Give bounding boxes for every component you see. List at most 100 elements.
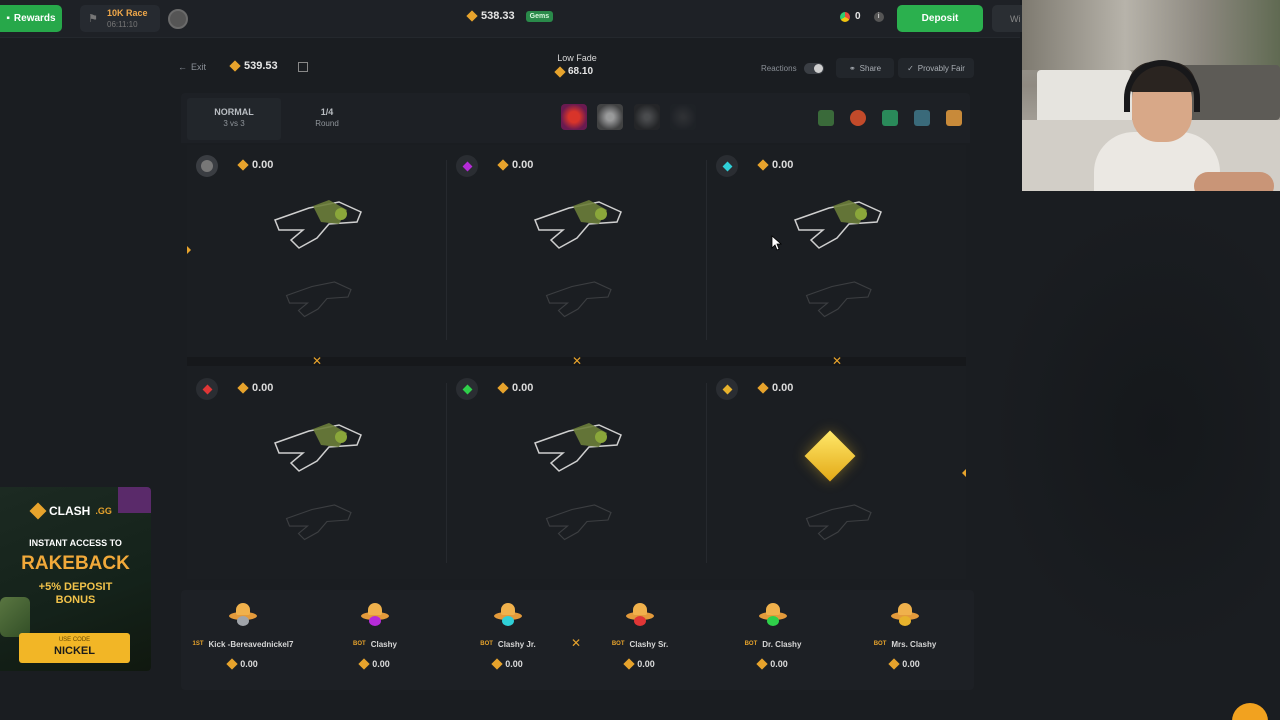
balance-value: 538.33: [481, 10, 515, 22]
promo-bonus: +5% DEPOSIT BONUS: [0, 581, 151, 607]
mouse-cursor-icon: [771, 235, 783, 251]
player-amount: 0.00: [637, 659, 655, 669]
reactions-toggle[interactable]: Reactions: [761, 63, 824, 74]
slot-amount: 0.00: [757, 159, 793, 171]
rifle-skin-icon: [285, 281, 352, 318]
rifle-skin-icon: [274, 423, 362, 472]
player-card[interactable]: 1ST Kick -Bereavednickel7 0.00: [178, 602, 308, 678]
player-tag: BOT: [353, 641, 366, 647]
clash-logo: CLASH .GG: [29, 502, 112, 520]
gem-icon: [756, 658, 768, 670]
player-slot: 0.00: [707, 145, 966, 356]
fullscreen-icon[interactable]: [298, 62, 308, 72]
gem-icon: [757, 382, 769, 394]
clover-icon: [882, 110, 898, 126]
divider: [446, 383, 447, 563]
slot-avatar: [716, 378, 738, 400]
player-name: Kick -Bereavednickel7: [208, 640, 294, 649]
player-name: Clashy: [370, 640, 397, 649]
brand-tld: .GG: [95, 506, 112, 516]
promo-banner[interactable]: CLASH .GG INSTANT ACCESS TO RAKEBACK +5% …: [0, 487, 151, 671]
coin-counter[interactable]: 0 i: [840, 11, 884, 22]
promo-line-3: +5% DEPOSIT: [38, 581, 113, 593]
battle-mode-value: 68.10: [554, 65, 594, 78]
player-slot: 0.00: [447, 368, 706, 579]
brand-name: CLASH: [49, 504, 91, 518]
row-pointer-icon: [962, 469, 966, 477]
player-card[interactable]: BOT Clashy Sr. 0.00: [575, 602, 705, 678]
rifle-skin-icon: [805, 281, 872, 318]
case-icon[interactable]: [634, 104, 660, 130]
crossed-axes-icon: ✕: [311, 354, 323, 368]
webcam-overlay: [1022, 0, 1280, 191]
player-card[interactable]: BOT Clashy Jr. 0.00: [443, 602, 573, 678]
player-amount: 0.00: [372, 659, 390, 669]
promo-code-button[interactable]: USE CODE NICKEL: [19, 633, 130, 663]
coin-count-value: 0: [855, 11, 861, 22]
player-avatar: [494, 602, 522, 626]
player-slot: 0.00: [187, 145, 446, 356]
player-card[interactable]: BOT Dr. Clashy 0.00: [708, 602, 838, 678]
player-slot: 0.00: [707, 368, 966, 579]
chat-icon[interactable]: [1232, 703, 1268, 720]
battle-value-amount: 539.53: [244, 60, 278, 72]
case-thumb-icon: [818, 110, 834, 126]
race-timer: 06:11:10: [107, 20, 138, 29]
provably-fair-button[interactable]: ✓ Provably Fair: [898, 58, 974, 78]
promo-code-value: NICKEL: [54, 645, 95, 657]
round-box: 1/4 Round: [285, 98, 369, 140]
rifle-skin-icon: [285, 504, 352, 541]
flag-icon: ⚑: [88, 13, 98, 25]
row-pointer-icon: [187, 246, 191, 254]
reactions-label: Reactions: [761, 64, 797, 73]
player-tag: BOT: [873, 641, 887, 647]
case-icon[interactable]: [561, 104, 587, 130]
race-widget[interactable]: ⚑ 10K Race 06:11:10: [80, 5, 160, 32]
gem-icon: [466, 10, 478, 22]
gems-tag[interactable]: Gems: [525, 10, 554, 22]
rewards-button[interactable]: ▪ Rewards: [0, 5, 62, 32]
battle-value: 539.53: [229, 60, 278, 72]
gem-icon: [29, 502, 47, 520]
case-thumb-icon: [946, 110, 962, 126]
gem-icon: [554, 65, 566, 78]
background-decoration: [990, 200, 1270, 660]
coin-icon: [840, 11, 850, 22]
round-counter: 1/4: [320, 107, 334, 117]
divider: [706, 160, 707, 340]
gem-icon: [491, 658, 503, 670]
slot-amount-value: 0.00: [512, 382, 534, 394]
player-tag: 1ST: [192, 641, 204, 647]
slot-amount: 0.00: [237, 159, 273, 171]
info-icon[interactable]: i: [873, 11, 884, 22]
user-avatar[interactable]: [168, 9, 188, 29]
player-tag: BOT: [611, 641, 625, 647]
slot-avatar: [196, 378, 218, 400]
gift-icon: ▪: [6, 13, 10, 24]
rifle-skin-icon: [805, 504, 872, 541]
player-name: Dr. Clashy: [762, 640, 802, 649]
share-button[interactable]: ⚭ Share: [836, 58, 894, 78]
toggle-switch[interactable]: [803, 63, 824, 74]
player-avatar: [759, 602, 787, 626]
exit-label: Exit: [191, 62, 207, 72]
case-icon[interactable]: [670, 104, 696, 130]
balance-display[interactable]: 538.33 Gems: [466, 10, 554, 22]
exit-button[interactable]: ← Exit: [178, 62, 206, 72]
battle-mode-title: Low Fade: [557, 53, 597, 63]
slot-amount-value: 0.00: [512, 159, 534, 171]
player-card[interactable]: BOT Clashy 0.00: [310, 602, 440, 678]
case-thumb-icon: [850, 110, 866, 126]
gem-icon: [237, 159, 249, 171]
player-card[interactable]: BOT Mrs. Clashy 0.00: [840, 602, 970, 678]
crossed-axes-icon: ✕: [571, 354, 583, 368]
player-amount: 0.00: [902, 659, 920, 669]
gem-icon: [757, 159, 769, 171]
share-label: Share: [859, 63, 882, 73]
rifle-skin-icon: [545, 281, 612, 318]
battle-mode-amount: 68.10: [568, 66, 594, 77]
case-icon[interactable]: [597, 104, 623, 130]
deposit-button[interactable]: Deposit: [897, 5, 983, 32]
slot-amount: 0.00: [497, 382, 534, 394]
promo-line-4: BONUS: [55, 594, 96, 606]
